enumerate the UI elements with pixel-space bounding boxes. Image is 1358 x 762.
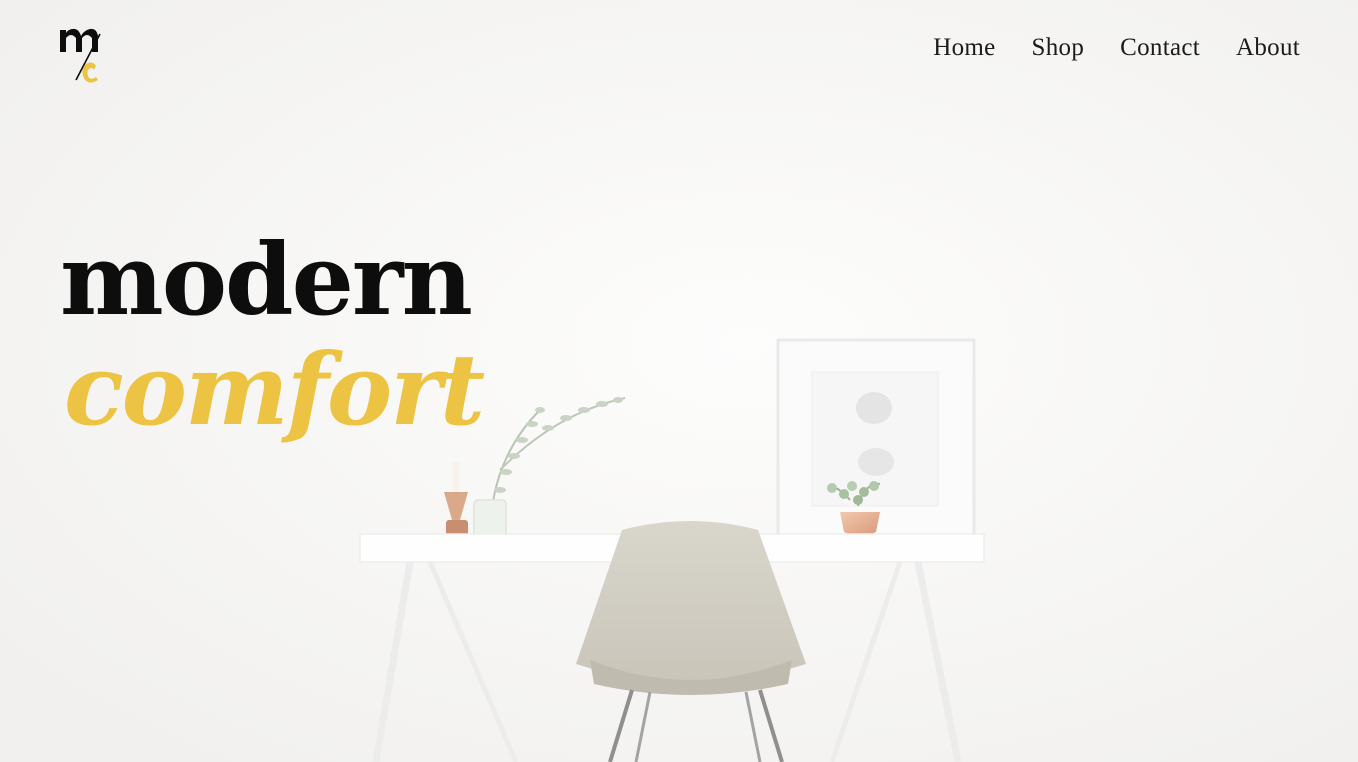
main-nav: Home Shop Contact About <box>933 34 1300 62</box>
logo-monogram-icon <box>60 28 101 83</box>
nav-contact[interactable]: Contact <box>1120 34 1200 62</box>
hero-headline: modern comfort <box>60 223 485 448</box>
logo[interactable] <box>56 16 112 88</box>
nav-home[interactable]: Home <box>933 34 995 62</box>
picture-frame <box>776 338 976 538</box>
hero-title-line2: comfort <box>64 333 485 448</box>
nav-shop[interactable]: Shop <box>1032 34 1085 62</box>
hero-title-line1: modern <box>60 223 473 338</box>
nav-about[interactable]: About <box>1236 34 1300 62</box>
